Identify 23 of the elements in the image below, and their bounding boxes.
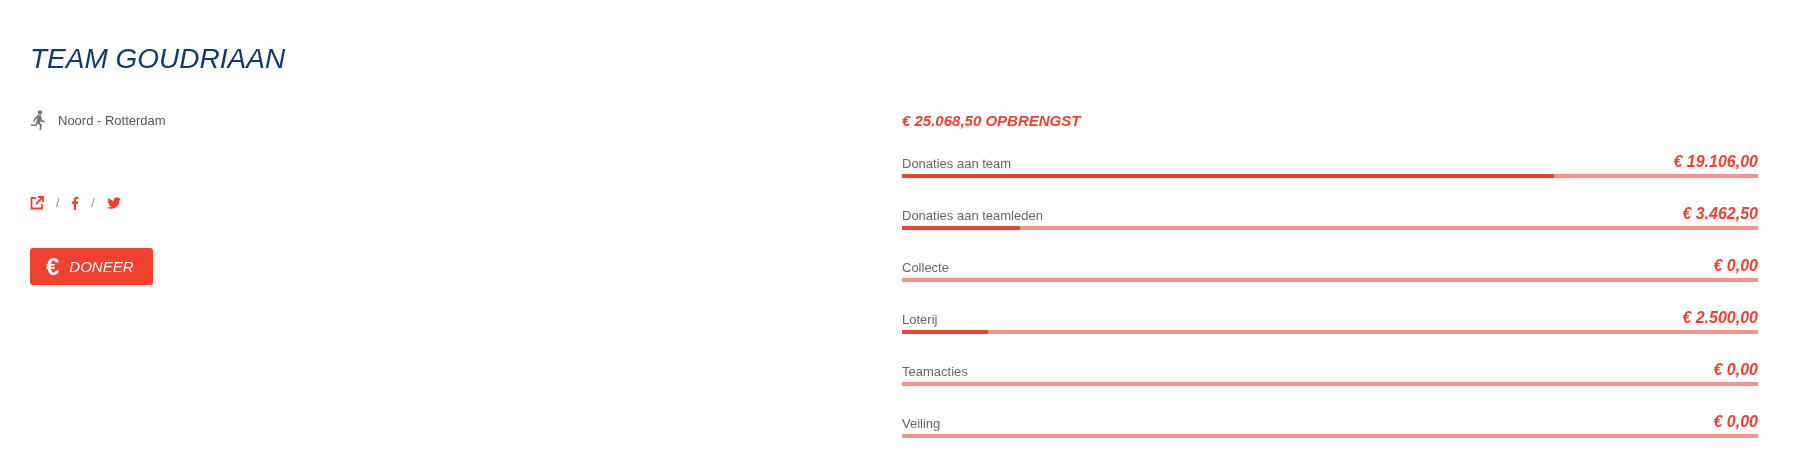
amount-text: € 2.500,00 [1682,309,1758,327]
amount-text: € 0,00 [1713,361,1758,379]
category-label: Collecte [902,260,949,275]
facebook-icon[interactable] [71,196,80,210]
category-label: Donaties aan teamleden [902,208,1043,223]
amount-text: € 0,00 [1713,257,1758,275]
team-title: TEAM GOUDRIAAN [30,44,287,74]
category-label: Donaties aan team [902,156,1012,171]
amount-text: € 19.106,00 [1673,153,1758,171]
amount-text: € 3.462,50 [1682,205,1758,223]
external-link-icon[interactable] [30,196,44,210]
category-label: Loterij [902,312,938,327]
running-person-icon [30,110,46,130]
separator-slash: / [56,196,60,210]
category-label: Teamacties [902,364,968,379]
amount-text: € 0,00 [1713,413,1758,431]
location-text: Noord - Rotterdam [58,112,166,128]
donate-button[interactable]: € DONEER [30,248,153,285]
category-label: Veiling [902,416,941,431]
separator-slash: / [91,196,95,210]
euro-icon: € [46,254,60,279]
total-revenue: € 25.068,50 OPBRENGST [902,112,1083,129]
bird-icon[interactable] [106,197,121,209]
